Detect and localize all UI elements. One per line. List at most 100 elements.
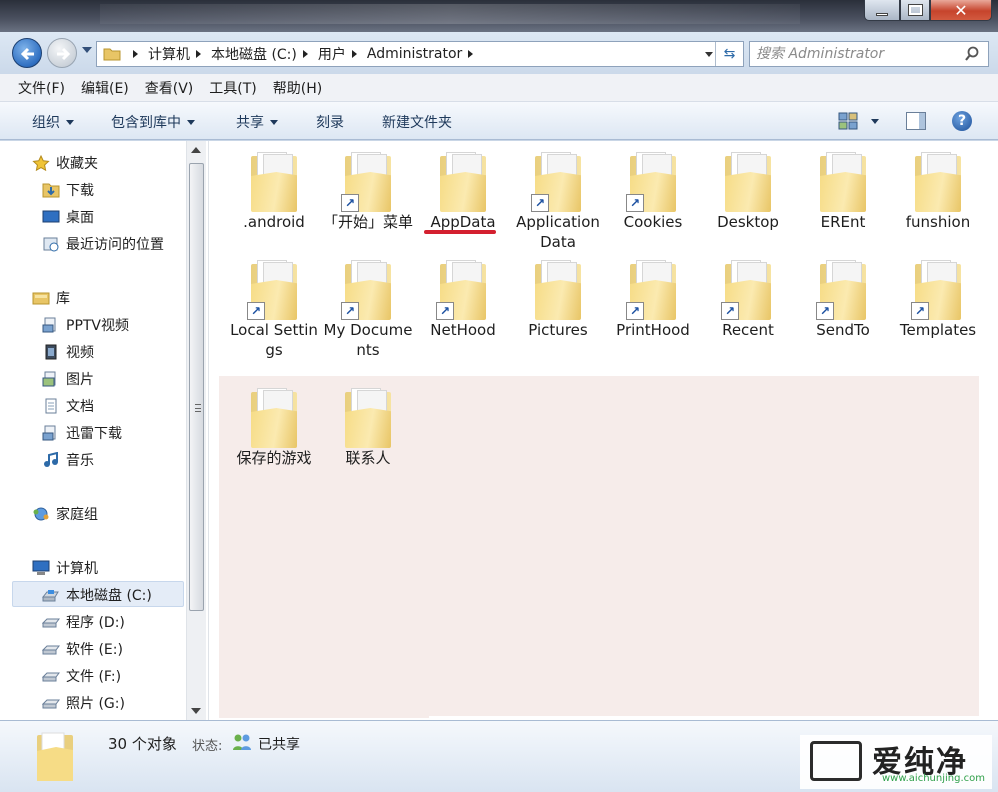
shortcut-arrow-icon: ↗ <box>531 194 549 212</box>
address-bar[interactable]: 计算机 本地磁盘 (C:) 用户 Administrator ⇆ <box>96 41 744 67</box>
nav-music[interactable]: 音乐 <box>42 450 94 470</box>
folder-item[interactable]: ↗ Application Data <box>510 150 606 252</box>
help-icon: ? <box>957 113 967 129</box>
recent-pages-dropdown[interactable] <box>82 47 92 53</box>
back-button[interactable] <box>12 38 42 68</box>
burn-label: 刻录 <box>316 115 344 131</box>
folder-shortcut-icon: ↗ <box>816 258 870 320</box>
breadcrumb-administrator[interactable]: Administrator <box>367 46 483 62</box>
folder-item[interactable]: 联系人 <box>320 386 416 468</box>
nav-drive-c[interactable]: 本地磁盘 (C:) <box>42 585 152 605</box>
shortcut-arrow-icon: ↗ <box>341 302 359 320</box>
folder-item[interactable]: funshion <box>890 150 986 232</box>
breadcrumb-separator-root[interactable] <box>127 50 148 58</box>
nav-pictures[interactable]: 图片 <box>42 369 94 389</box>
organize-button[interactable]: 组织 <box>32 112 74 132</box>
breadcrumb-drive-c[interactable]: 本地磁盘 (C:) <box>211 44 318 64</box>
navigation-scrollbar[interactable] <box>186 141 206 720</box>
breadcrumb-users[interactable]: 用户 <box>318 44 367 64</box>
nav-drive-c-label: 本地磁盘 (C:) <box>66 588 152 604</box>
watermark-url: www.aichunjing.com <box>882 773 985 784</box>
nav-pictures-label: 图片 <box>66 372 94 388</box>
menu-tools[interactable]: 工具(T) <box>209 78 256 98</box>
nav-videos[interactable]: 视频 <box>42 342 94 362</box>
folder-item-label: EREnt <box>820 213 866 231</box>
burn-button[interactable]: 刻录 <box>316 112 344 132</box>
folder-shortcut-icon: ↗ <box>531 150 585 212</box>
breadcrumb-computer[interactable]: 计算机 <box>148 44 211 64</box>
nav-homegroup[interactable]: 家庭组 <box>32 504 98 524</box>
menu-edit[interactable]: 编辑(E) <box>81 78 129 98</box>
nav-drive-d[interactable]: 程序 (D:) <box>42 612 125 632</box>
nav-recent-places[interactable]: 最近访问的位置 <box>42 234 164 254</box>
folder-item[interactable]: ↗ Templates <box>890 258 986 340</box>
title-bar-glass <box>100 4 800 24</box>
homegroup-icon <box>33 507 49 521</box>
view-options-icon[interactable] <box>838 112 858 130</box>
nav-favorites[interactable]: 收藏夹 <box>32 153 98 173</box>
nav-computer[interactable]: 计算机 <box>32 558 98 578</box>
folder-item[interactable]: Desktop <box>700 150 796 232</box>
folder-item-label: NetHood <box>430 321 496 339</box>
folder-item[interactable]: Pictures <box>510 258 606 340</box>
shortcut-arrow-icon: ↗ <box>341 194 359 212</box>
new-folder-button[interactable]: 新建文件夹 <box>382 112 452 132</box>
refresh-button[interactable]: ⇆ <box>715 42 743 66</box>
scroll-up-arrow[interactable] <box>191 147 201 153</box>
folder-item[interactable]: ↗ My Documents <box>320 258 416 360</box>
nav-desktop-label: 桌面 <box>66 210 94 226</box>
preview-pane-button[interactable] <box>906 112 926 130</box>
folder-item-label: 保存的游戏 <box>236 449 312 467</box>
nav-libraries[interactable]: 库 <box>32 288 70 308</box>
scroll-thumb[interactable] <box>189 163 204 611</box>
menu-file[interactable]: 文件(F) <box>18 78 65 98</box>
grip-icon <box>195 404 201 412</box>
nav-drive-g[interactable]: 照片 (G:) <box>42 693 125 713</box>
menu-view[interactable]: 查看(V) <box>145 78 194 98</box>
maximize-button[interactable] <box>900 0 930 21</box>
nav-desktop[interactable]: 桌面 <box>42 207 94 227</box>
folder-item[interactable]: .android <box>226 150 322 232</box>
folder-item[interactable]: ↗ NetHood <box>415 258 511 340</box>
folder-shortcut-icon: ↗ <box>436 258 490 320</box>
state-value: 已共享 <box>258 737 300 753</box>
menu-help[interactable]: 帮助(H) <box>273 78 322 98</box>
include-in-library-button[interactable]: 包含到库中 <box>111 112 195 132</box>
nav-xunlei-downloads[interactable]: 迅雷下载 <box>42 423 122 443</box>
close-button[interactable]: ✕ <box>930 0 992 21</box>
help-button[interactable]: ? <box>952 111 972 131</box>
shortcut-arrow-icon: ↗ <box>436 302 454 320</box>
folder-item[interactable]: EREnt <box>795 150 891 232</box>
view-dropdown-caret[interactable] <box>871 119 879 124</box>
nav-documents[interactable]: 文档 <box>42 396 94 416</box>
folder-item[interactable]: ↗ Local Settings <box>226 258 322 360</box>
folder-item[interactable]: ↗ Recent <box>700 258 796 340</box>
folder-item[interactable]: ↗ Cookies <box>605 150 701 232</box>
search-icon[interactable] <box>964 46 980 62</box>
minimize-button[interactable] <box>864 0 900 21</box>
share-label: 共享 <box>236 115 264 131</box>
nav-favorites-label: 收藏夹 <box>56 156 98 172</box>
nav-drive-e[interactable]: 软件 (E:) <box>42 639 123 659</box>
menu-bar: 文件(F) 编辑(E) 查看(V) 工具(T) 帮助(H) <box>0 74 998 102</box>
search-input[interactable] <box>756 45 956 63</box>
folder-item-label: .android <box>243 213 305 231</box>
folder-item[interactable]: ↗ 「开始」菜单 <box>320 150 416 232</box>
star-icon <box>32 155 50 171</box>
address-dropdown[interactable] <box>705 52 713 57</box>
folder-item[interactable]: ↗ SendTo <box>795 258 891 340</box>
nav-downloads[interactable]: 下载 <box>42 180 94 200</box>
nav-drive-f[interactable]: 文件 (F:) <box>42 666 121 686</box>
folder-item[interactable]: ↗ PrintHood <box>605 258 701 340</box>
folder-item-label: SendTo <box>816 321 870 339</box>
drive-icon <box>42 672 60 682</box>
nav-pptv[interactable]: PPTV视频 <box>42 315 129 335</box>
shortcut-arrow-icon: ↗ <box>816 302 834 320</box>
scroll-down-arrow[interactable] <box>191 708 201 714</box>
folder-item[interactable]: 保存的游戏 <box>226 386 322 468</box>
share-button[interactable]: 共享 <box>236 112 278 132</box>
folder-icon <box>247 150 301 212</box>
forward-button[interactable] <box>47 38 77 68</box>
nav-drive-f-label: 文件 (F:) <box>66 669 122 685</box>
folder-item[interactable]: AppData <box>415 150 511 232</box>
